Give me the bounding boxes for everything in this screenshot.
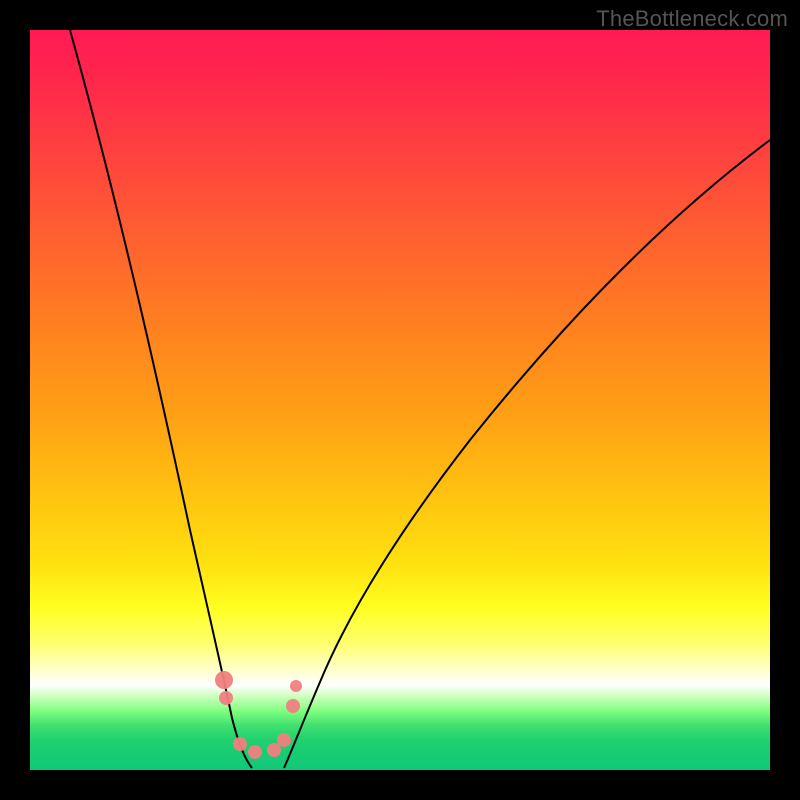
bottleneck-curve	[30, 30, 770, 770]
curve-marker	[215, 671, 233, 689]
watermark-text: TheBottleneck.com	[596, 6, 788, 32]
marker-group	[215, 671, 302, 759]
curve-marker	[277, 733, 291, 747]
curve-marker	[219, 691, 233, 705]
curve-right-branch	[284, 140, 770, 768]
curve-marker	[233, 737, 247, 751]
curve-marker	[267, 743, 281, 757]
curve-marker	[286, 699, 300, 713]
curve-marker	[290, 680, 302, 692]
curve-left-branch	[70, 30, 252, 768]
chart-plot-area	[30, 30, 770, 770]
curve-marker	[248, 745, 262, 759]
